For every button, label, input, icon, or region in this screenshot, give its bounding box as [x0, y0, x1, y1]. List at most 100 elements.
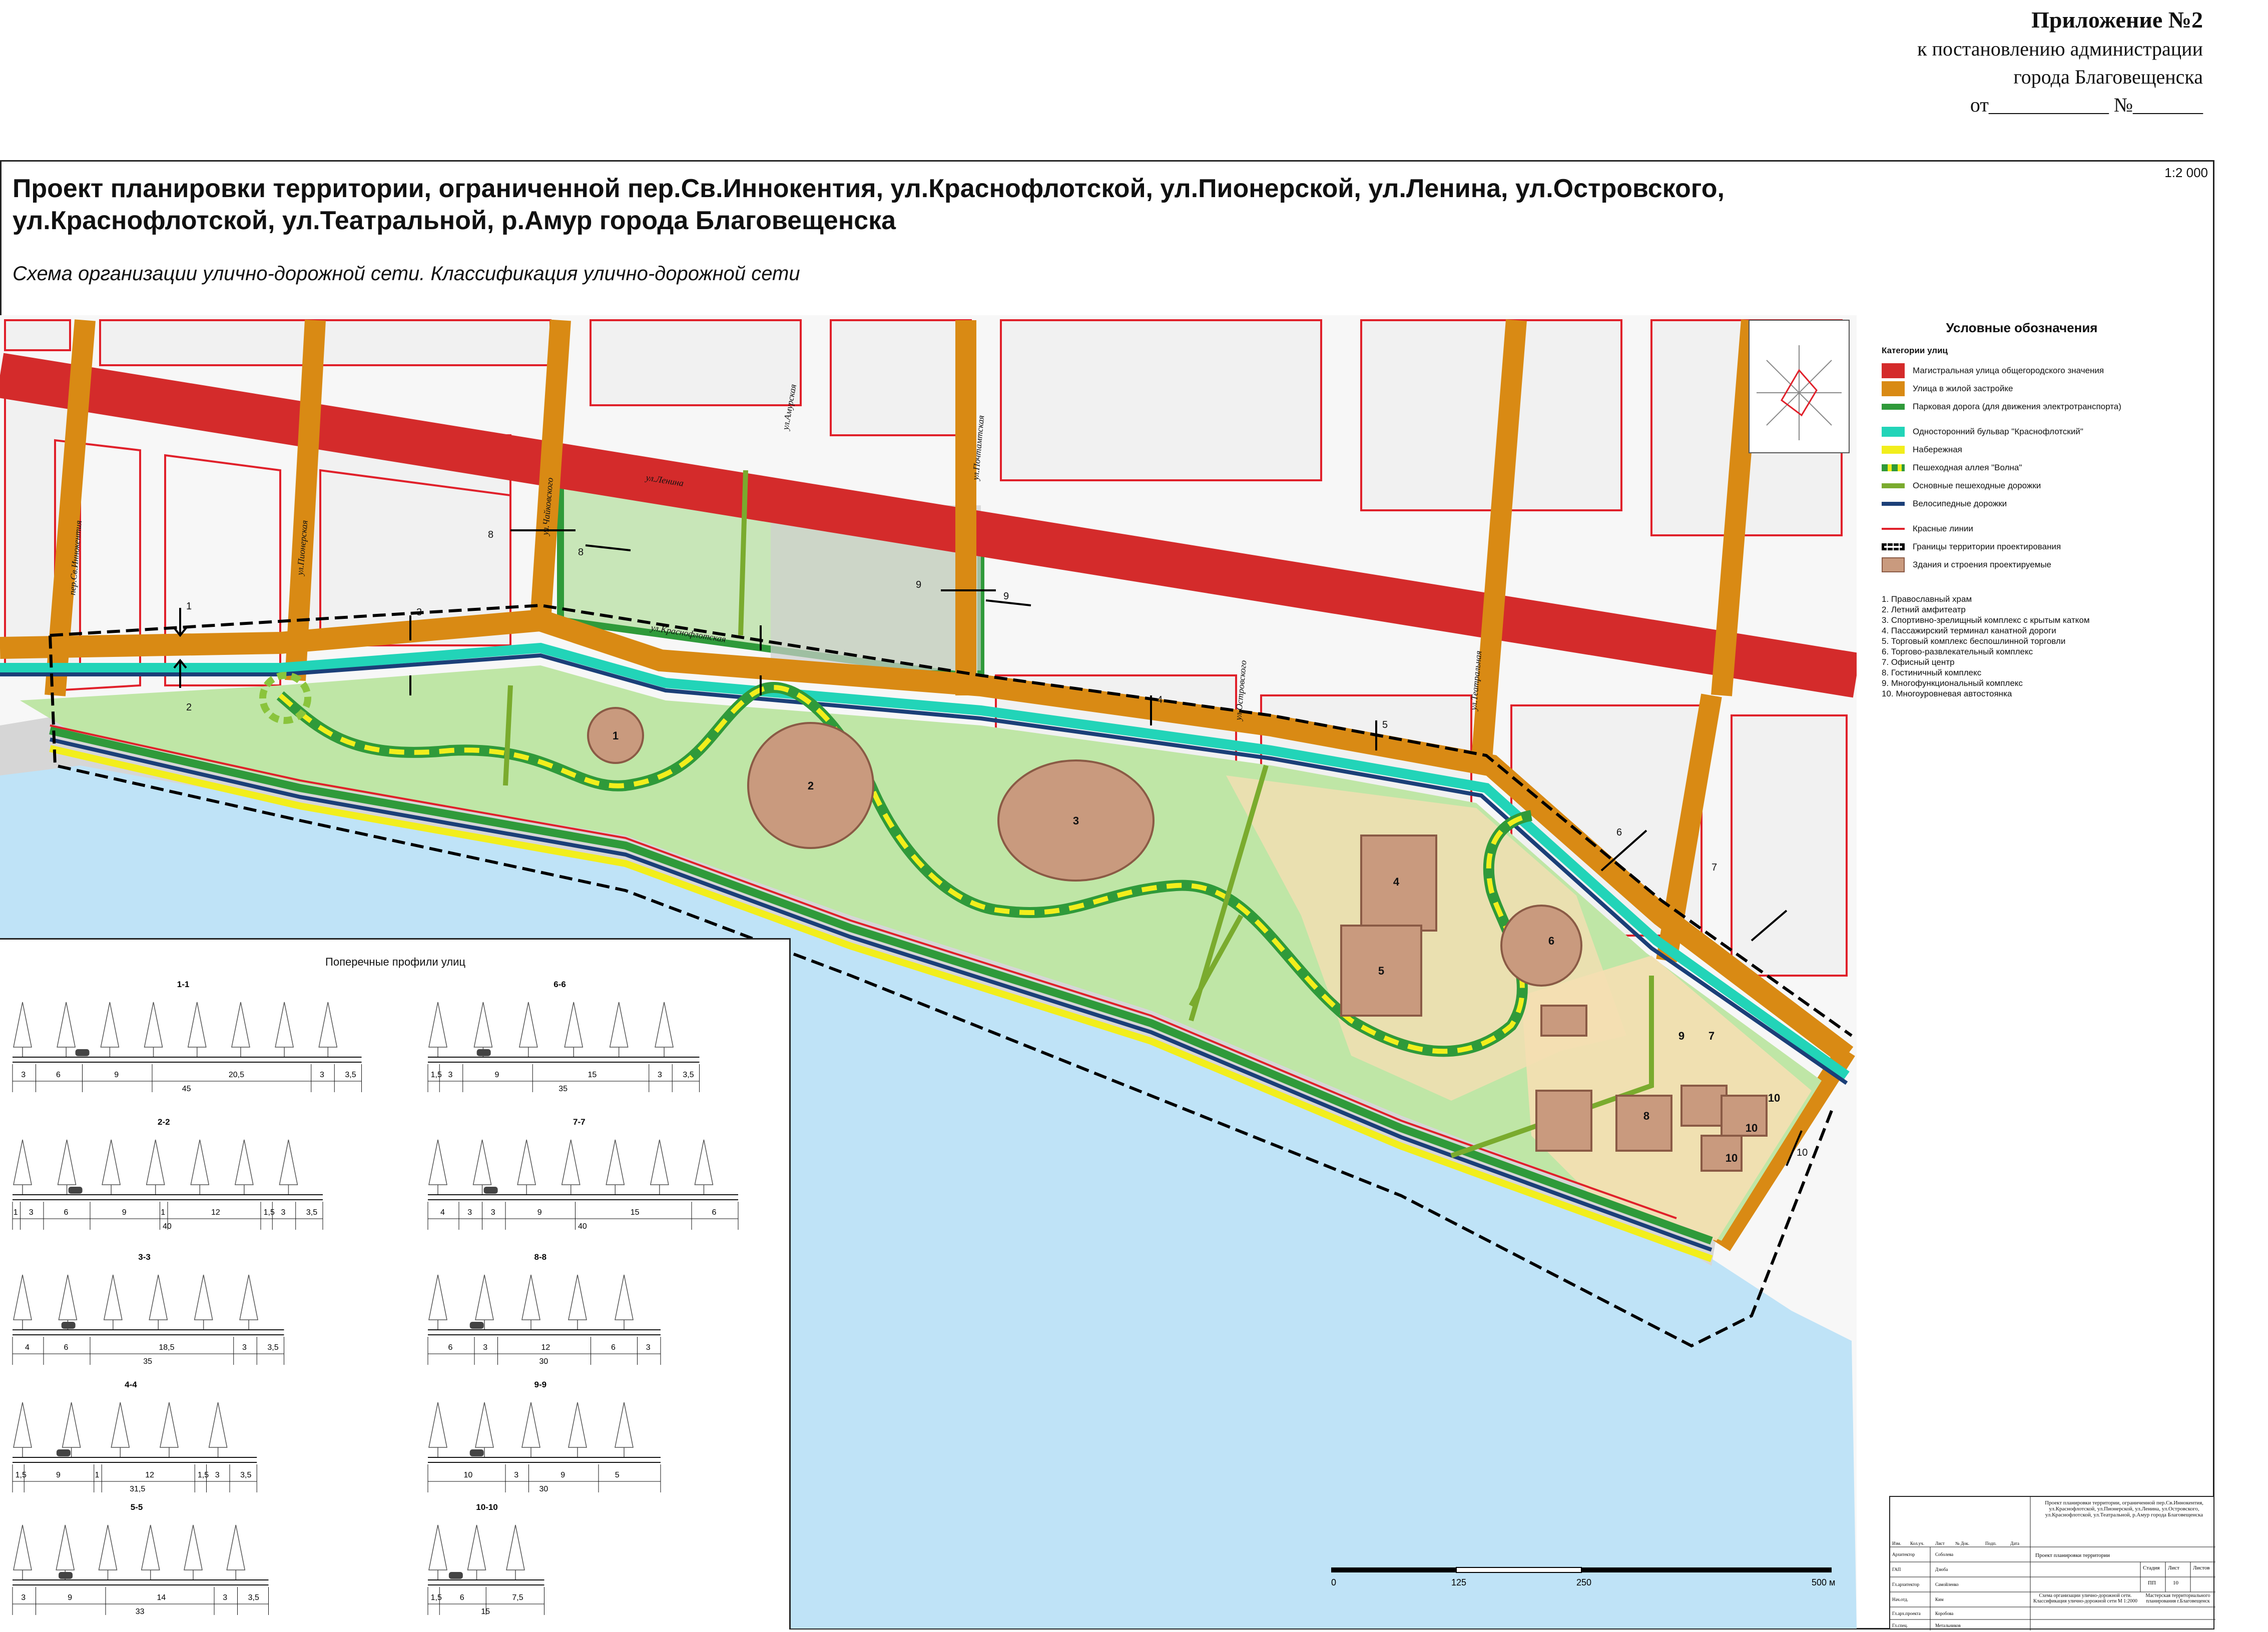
car-icon	[59, 1572, 73, 1579]
profile-dimension: 6	[64, 1343, 69, 1352]
profile-dimension: 4	[25, 1343, 30, 1352]
ground-line	[13, 1194, 323, 1200]
profile-dimension: 18,5	[159, 1343, 174, 1352]
scale-label: 1:2 000	[2164, 165, 2208, 180]
numbered-item: 3. Спортивно-зрелищный комплекс с крытым…	[1882, 615, 2090, 625]
profile-name: 4-4	[125, 1380, 137, 1389]
profile-total-width: 31,5	[130, 1485, 145, 1493]
profile-dimension: 5	[615, 1471, 620, 1479]
legend-swatch	[1882, 502, 1905, 506]
building-label: 8	[1643, 1110, 1649, 1122]
tree-icon	[13, 1274, 32, 1330]
profile-total-width: 40	[163, 1222, 172, 1231]
street-profile: 6-6 1,5 3 9 15 3 3,5 35	[427, 980, 700, 1093]
profile-name: 10-10	[476, 1502, 497, 1512]
profile-dimension: 3	[21, 1593, 26, 1602]
profile-dimension: 3,5	[248, 1593, 259, 1602]
numbered-objects-list: 1. Православный храм 2. Летний амфитеатр…	[1882, 594, 2162, 699]
car-icon	[448, 1572, 463, 1579]
profile-dimension: 3	[281, 1208, 286, 1217]
profile-name: 9-9	[534, 1380, 547, 1389]
profile-name: 7-7	[573, 1117, 586, 1127]
legend: Условные обозначения Категории улиц Маги…	[1882, 320, 2162, 699]
building-label: 7	[1709, 1030, 1715, 1042]
section-label: 8	[488, 529, 493, 540]
tree-icon	[103, 1274, 123, 1330]
profile-dimension: 12	[145, 1471, 154, 1479]
legend-swatch	[1882, 404, 1905, 410]
profile-total-width: 35	[143, 1357, 152, 1366]
profile-dimension: 3,5	[306, 1208, 317, 1217]
profile-dimension: 6	[712, 1208, 717, 1217]
profile-dimension: 3	[215, 1471, 220, 1479]
bar-scale: 0 125 250 500 м	[1326, 1563, 1847, 1593]
legend-item: Велосипедные дорожки	[1882, 495, 2162, 513]
tree-icon	[56, 1524, 75, 1580]
tree-icon	[655, 1002, 674, 1057]
section-label: 2	[186, 702, 192, 713]
tree-icon	[650, 1139, 669, 1195]
car-icon	[476, 1049, 491, 1056]
profile-dimension: 15	[588, 1071, 597, 1079]
section-label: 9	[916, 579, 921, 590]
tree-icon	[472, 1139, 492, 1195]
ground-line	[13, 1329, 284, 1335]
profile-name: 1-1	[177, 980, 190, 989]
section-label: 1	[186, 601, 192, 612]
legend-swatch	[1882, 427, 1905, 437]
ground-line	[13, 1457, 257, 1463]
tree-icon	[615, 1274, 634, 1330]
profile-total-width: 15	[481, 1607, 490, 1616]
scale-tick: 250	[1576, 1577, 1591, 1587]
profile-dimension: 9	[495, 1071, 499, 1079]
profile-dimension: 3	[242, 1343, 247, 1352]
ground-line	[428, 1057, 700, 1063]
tree-icon	[694, 1139, 714, 1195]
legend-item: Пешеходная аллея "Волна"	[1882, 459, 2162, 477]
profile-total-width: 30	[539, 1357, 548, 1366]
tree-icon	[517, 1139, 536, 1195]
tree-icon	[568, 1274, 587, 1330]
numbered-item: 4. Пассажирский терминал канатной дороги	[1882, 626, 2056, 635]
tree-icon	[146, 1139, 165, 1195]
profile-dimension: 15	[631, 1208, 640, 1217]
tree-icon	[609, 1002, 629, 1057]
ground-line	[428, 1457, 661, 1463]
car-icon	[61, 1322, 76, 1329]
section-label: 5	[1382, 719, 1388, 730]
numbered-item: 10. Многоуровневая автостоянка	[1882, 689, 2012, 698]
stamp-organization: Мастерская территориального планирования…	[2145, 1593, 2210, 1604]
legend-swatch	[1882, 528, 1905, 530]
numbered-item: 7. Офисный центр	[1882, 657, 1955, 667]
ground-line	[428, 1579, 544, 1585]
stamp-col-header: Дата	[2010, 1541, 2019, 1546]
legend-item: Парковая дорога (для движения электротра…	[1882, 398, 2162, 416]
stamp-col-header: № Док.	[1955, 1541, 1969, 1546]
tree-icon	[13, 1524, 32, 1580]
legend-item: Здания и строения проектируемые	[1882, 556, 2162, 574]
legend-category-title: Категории улиц	[1882, 346, 1948, 355]
stamp-project: Проект планировки территории, ограниченн…	[2045, 1500, 2203, 1518]
legend-swatch	[1882, 464, 1905, 471]
legend-swatch	[1882, 543, 1905, 550]
legend-item: Основные пешеходные дорожки	[1882, 477, 2162, 495]
tree-icon	[184, 1524, 203, 1580]
car-icon	[469, 1449, 484, 1456]
legend-item: Красные линии	[1882, 520, 2162, 538]
street-profile: 2-2 1 3 6 9 1 12 1,5 3 3,5 40	[12, 1117, 323, 1231]
numbered-item: 2. Летний амфитеатр	[1882, 605, 1966, 614]
scale-tick: 500 м	[1812, 1577, 1835, 1587]
profile-dimension: 10	[464, 1471, 473, 1479]
stamp-role: Гл.спец.	[1892, 1623, 1908, 1628]
building-label: 6	[1548, 935, 1554, 947]
building-label: 1	[613, 729, 619, 742]
street-profile: 5-5 3 9 14 3 3,5 33	[12, 1502, 269, 1616]
profile-dimension: 9	[122, 1208, 127, 1217]
stamp-stage: ПП	[2148, 1580, 2156, 1586]
building-label: 10	[1768, 1092, 1780, 1104]
profile-dimension: 3,5	[683, 1071, 694, 1079]
appendix-line-2: к постановлению администрации	[1917, 38, 2203, 60]
profile-dimension: 3,5	[345, 1071, 356, 1079]
stamp-sheet-label: Лист	[2168, 1565, 2179, 1571]
tree-icon	[194, 1274, 213, 1330]
